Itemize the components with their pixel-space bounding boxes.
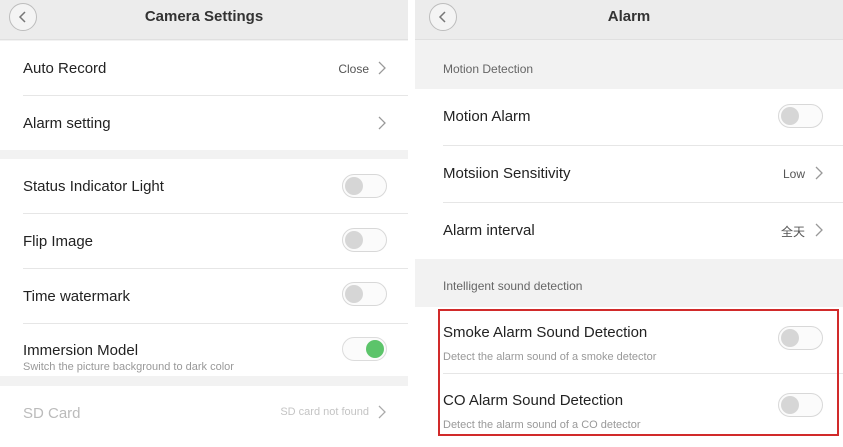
sensitivity-row[interactable]: Motsiion Sensitivity Low xyxy=(415,146,843,202)
motion-group: Motion Alarm Motsiion Sensitivity Low Al… xyxy=(415,89,843,259)
sd-card-label: SD Card xyxy=(23,405,81,422)
sensitivity-value: Low xyxy=(782,167,805,181)
camera-settings-panel: Camera Settings Auto Record Close Alarm … xyxy=(0,0,408,447)
toggle-knob xyxy=(781,107,799,125)
flip-image-row: Flip Image xyxy=(0,214,408,268)
alarm-interval-value: 全天 xyxy=(780,225,805,239)
alarm-interval-label: Alarm interval xyxy=(443,222,535,239)
auto-record-value: Close xyxy=(338,62,369,76)
alarm-interval-row[interactable]: Alarm interval 全天 xyxy=(415,203,843,259)
auto-record-label: Auto Record xyxy=(23,60,107,77)
settings-group-1: Auto Record Close Alarm setting xyxy=(0,41,408,150)
chevron-right-icon xyxy=(377,115,387,131)
toggle-knob xyxy=(345,285,363,303)
status-indicator-toggle[interactable] xyxy=(342,174,387,198)
status-indicator-row: Status Indicator Light xyxy=(0,159,408,213)
chevron-right-icon xyxy=(377,404,387,420)
alarm-setting-row[interactable]: Alarm setting xyxy=(0,96,408,150)
alarm-setting-label: Alarm setting xyxy=(23,115,111,132)
chevron-right-icon xyxy=(377,60,387,76)
flip-image-toggle[interactable] xyxy=(342,228,387,252)
page-title: Alarm xyxy=(607,8,651,25)
auto-record-row[interactable]: Auto Record Close xyxy=(0,41,408,95)
time-watermark-label: Time watermark xyxy=(23,288,130,305)
section-header-motion: Motion Detection xyxy=(443,62,534,76)
immersion-model-description: Switch the picture background to dark co… xyxy=(23,361,234,373)
chevron-right-icon xyxy=(814,165,824,181)
immersion-model-toggle[interactable] xyxy=(342,337,387,361)
motion-alarm-row: Motion Alarm xyxy=(415,89,843,145)
toggle-knob xyxy=(366,340,384,358)
immersion-model-label: Immersion Model xyxy=(23,342,139,359)
top-bar: Alarm xyxy=(415,0,843,40)
time-watermark-toggle[interactable] xyxy=(342,282,387,306)
chevron-right-icon xyxy=(814,222,824,238)
top-bar: Camera Settings xyxy=(0,0,408,40)
page-title: Camera Settings xyxy=(144,8,264,25)
toggle-knob xyxy=(345,177,363,195)
toggle-knob xyxy=(345,231,363,249)
sd-card-row[interactable]: SD Card SD card not found xyxy=(0,386,408,447)
motion-alarm-toggle[interactable] xyxy=(778,104,823,128)
motion-alarm-label: Motion Alarm xyxy=(443,108,531,125)
flip-image-label: Flip Image xyxy=(23,233,94,250)
sensitivity-label: Motsiion Sensitivity xyxy=(443,165,571,182)
settings-group-2: Status Indicator Light Flip Image Time w… xyxy=(0,159,408,376)
highlight-box xyxy=(438,309,839,436)
section-header-sound: Intelligent sound detection xyxy=(443,279,583,293)
time-watermark-row: Time watermark xyxy=(0,269,408,323)
status-indicator-label: Status Indicator Light xyxy=(23,178,164,195)
immersion-model-row: Immersion Model Switch the picture backg… xyxy=(0,324,408,376)
sd-card-value: SD card not found xyxy=(280,406,369,418)
